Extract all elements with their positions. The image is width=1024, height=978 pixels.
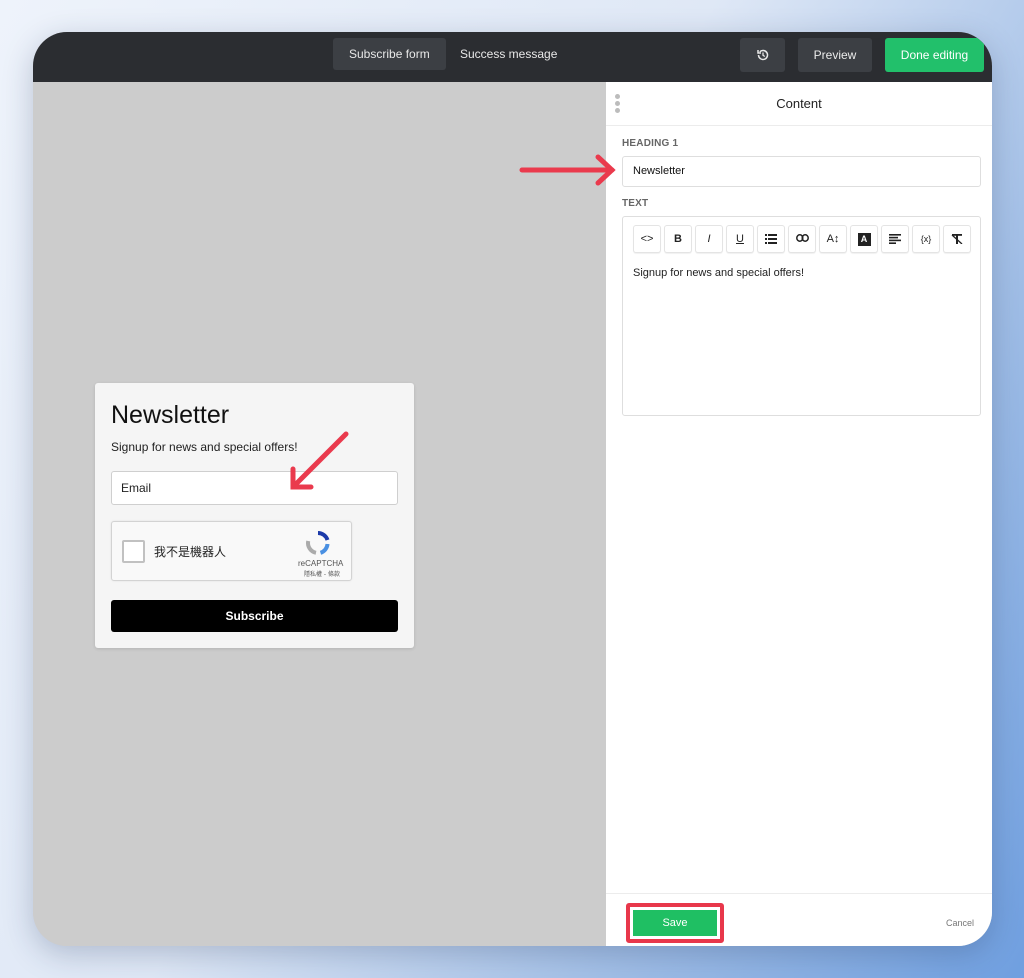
variable-icon[interactable]: {x} bbox=[912, 225, 940, 253]
cancel-button[interactable]: Cancel bbox=[946, 918, 974, 928]
recaptcha-brand: reCAPTCHA bbox=[298, 559, 344, 568]
recaptcha-widget: 我不是機器人 reCAPTCHA 隱私權 - 條款 bbox=[111, 521, 352, 581]
editor-text[interactable]: Signup for news and special offers! bbox=[633, 267, 804, 279]
form-title: Newsletter bbox=[111, 401, 230, 429]
list-icon[interactable] bbox=[757, 225, 785, 253]
panel-header: Content bbox=[606, 82, 992, 126]
heading-input[interactable]: Newsletter bbox=[622, 156, 981, 187]
recaptcha-label: 我不是機器人 bbox=[154, 545, 227, 559]
recaptcha-checkbox[interactable] bbox=[122, 540, 145, 563]
recaptcha-logo-icon bbox=[306, 531, 330, 555]
panel-title: Content bbox=[776, 96, 822, 111]
save-highlight: Save bbox=[626, 903, 724, 943]
history-icon bbox=[756, 49, 768, 61]
app-window: Subscribe form Success message Preview D… bbox=[33, 32, 992, 946]
form-description: Signup for news and special offers! bbox=[111, 440, 298, 454]
clear-format-icon[interactable] bbox=[943, 225, 971, 253]
heading-field-label: HEADING 1 bbox=[622, 138, 679, 149]
preview-button[interactable]: Preview bbox=[798, 38, 872, 72]
form-canvas: Newsletter Signup for news and special o… bbox=[33, 82, 606, 946]
text-color-icon[interactable]: A bbox=[850, 225, 878, 253]
underline-icon[interactable]: U bbox=[726, 225, 754, 253]
align-icon[interactable] bbox=[881, 225, 909, 253]
save-button[interactable]: Save bbox=[633, 910, 717, 936]
form-preview-card: Newsletter Signup for news and special o… bbox=[95, 383, 414, 648]
history-button[interactable] bbox=[740, 38, 785, 72]
recaptcha-links[interactable]: 隱私權 - 條款 bbox=[304, 569, 340, 578]
panel-footer: Save Cancel bbox=[606, 893, 992, 946]
text-color-glyph: A bbox=[857, 233, 871, 246]
tab-subscribe-form[interactable]: Subscribe form bbox=[333, 38, 446, 70]
link-icon[interactable] bbox=[788, 225, 816, 253]
rich-text-editor[interactable]: <> B I U A↕ A {x} Signup for news and sp… bbox=[622, 216, 981, 416]
done-editing-button[interactable]: Done editing bbox=[885, 38, 984, 72]
font-size-icon[interactable]: A↕ bbox=[819, 225, 847, 253]
email-field[interactable]: Email bbox=[111, 471, 398, 505]
text-field-label: TEXT bbox=[622, 198, 649, 209]
bold-icon[interactable]: B bbox=[664, 225, 692, 253]
code-icon[interactable]: <> bbox=[633, 225, 661, 253]
content-panel: Content HEADING 1 Newsletter TEXT <> B I… bbox=[606, 82, 992, 946]
subscribe-button[interactable]: Subscribe bbox=[111, 600, 398, 632]
italic-icon[interactable]: I bbox=[695, 225, 723, 253]
tab-success-message[interactable]: Success message bbox=[444, 38, 573, 70]
top-bar: Subscribe form Success message Preview D… bbox=[33, 32, 992, 82]
